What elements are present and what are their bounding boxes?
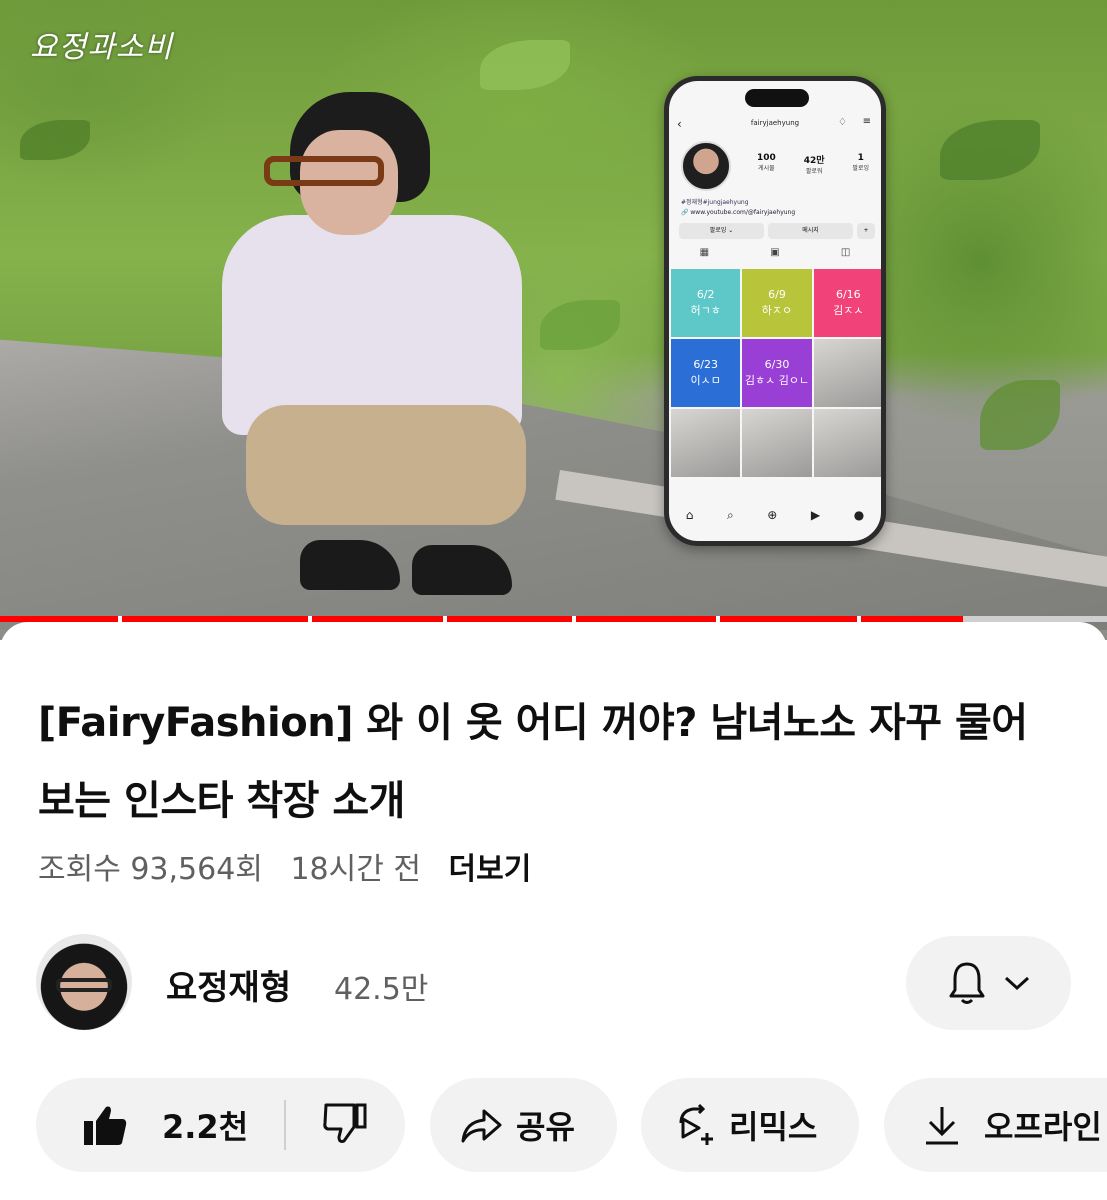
chevron-down-icon <box>1004 976 1029 991</box>
thumbs-up-icon <box>84 1106 127 1145</box>
menu-icon: ≡ <box>862 116 871 127</box>
dislike-button[interactable] <box>286 1101 368 1149</box>
reels-icon: ▶ <box>810 508 821 522</box>
reels-icon: ▣ <box>770 247 780 258</box>
like-count: 2.2천 <box>162 1108 249 1146</box>
search-icon: ⌕ <box>726 508 734 522</box>
grid-tile: 6/23 이ㅅㅁ <box>671 339 741 407</box>
subscriber-count: 42.5만 <box>334 972 429 1007</box>
remix-label: 리믹스 <box>729 1108 818 1146</box>
add-post-icon: ⊕ <box>767 508 778 522</box>
profile-icon: ● <box>853 508 865 522</box>
instagram-header: ‹ fairyjaehyung ♢ ≡ <box>669 115 881 135</box>
phone-notch <box>745 89 809 107</box>
share-label: 공유 <box>516 1108 575 1146</box>
stat-following: 1 팔로잉 <box>852 153 870 172</box>
channel-name[interactable]: 요정재형 <box>166 960 291 1009</box>
grid-tile: 6/16 김ㅈㅅ <box>813 269 881 337</box>
video-meta[interactable]: 조회수 93,564회 18시간 전 더보기 <box>38 844 549 888</box>
view-count: 조회수 93,564회 <box>38 852 263 887</box>
grid-photo <box>742 409 812 477</box>
instagram-bottom-nav: ⌂ ⌕ ⊕ ▶ ● <box>669 508 881 523</box>
share-button[interactable]: 공유 <box>430 1078 617 1172</box>
share-icon <box>461 1109 502 1143</box>
following-button: 팔로잉 ⌄ <box>679 223 764 239</box>
more-link[interactable]: 더보기 <box>449 852 532 887</box>
foliage <box>940 120 1040 180</box>
instagram-username: fairyjaehyung <box>750 119 800 127</box>
grid-icon: ▦ <box>699 247 710 258</box>
instagram-stats: 100 게시물 42만 팔로워 1 팔로잉 <box>743 153 881 175</box>
stat-followers: 42만 팔로워 <box>803 156 825 175</box>
grid-photo <box>813 339 881 407</box>
thumbs-down-icon <box>323 1103 367 1143</box>
upload-time: 18시간 전 <box>290 852 421 887</box>
grid-photo <box>671 409 741 477</box>
avatar-glasses <box>56 978 112 992</box>
bell-icon <box>949 962 984 1004</box>
remix-icon <box>679 1103 713 1145</box>
instagram-link: 🔗 www.youtube.com/@fairyjaehyung <box>681 209 796 216</box>
foliage <box>20 120 90 160</box>
like-dislike-group: 2.2천 <box>36 1078 405 1172</box>
offline-label: 오프라인 <box>984 1108 1102 1146</box>
message-button: 메시지 <box>768 223 853 239</box>
channel-avatar[interactable] <box>36 934 132 1030</box>
tagged-icon: ◫ <box>840 247 851 258</box>
instagram-buttons: 팔로잉 ⌄ 메시지 + <box>679 223 875 239</box>
instagram-avatar <box>681 141 731 191</box>
grid-tile: 6/2 허ㄱㅎ <box>671 269 741 337</box>
person-glasses <box>264 156 384 186</box>
person-shorts <box>246 405 526 525</box>
video-info-panel: [FairyFashion] 와 이 옷 어디 꺼야? 남녀노소 자꾸 물어보는… <box>0 622 1107 1200</box>
instagram-phone-mockup: ‹ fairyjaehyung ♢ ≡ 100 게시물 42만 팔로워 1 팔로잉 #… <box>664 76 886 546</box>
foliage <box>540 300 620 350</box>
person-shirt <box>222 215 522 435</box>
foliage <box>980 380 1060 450</box>
channel-watermark: 요정과소비 <box>30 30 173 65</box>
grid-photo <box>813 409 881 477</box>
add-person-icon: + <box>857 223 875 239</box>
like-button[interactable]: 2.2천 <box>36 1102 284 1148</box>
grid-tile: 6/30 김ㅎㅅ 김ㅇㄴ <box>742 339 812 407</box>
video-title[interactable]: [FairyFashion] 와 이 옷 어디 꺼야? 남녀노소 자꾸 물어보는… <box>38 684 1058 840</box>
subscription-bell-button[interactable] <box>906 936 1071 1030</box>
remix-button[interactable]: 리믹스 <box>641 1078 859 1172</box>
stat-posts: 100 게시물 <box>756 153 776 172</box>
offline-save-button[interactable]: 오프라인 <box>884 1078 1107 1172</box>
instagram-tags: #정재형#jungjaehyung <box>681 199 749 206</box>
instagram-grid: 6/2 허ㄱㅎ 6/9 하ㅈㅇ 6/16 김ㅈㅅ 6/23 이ㅅㅁ 6/30 김ㅎㅅ 김ㅇ… <box>671 269 881 477</box>
foliage <box>480 40 570 90</box>
video-player[interactable]: 요정과소비 ‹ fairyjaehyung ♢ ≡ 100 게시물 42만 팔로워 … <box>0 0 1107 640</box>
home-icon: ⌂ <box>685 508 694 522</box>
instagram-tabs: ▦ ▣ ◫ <box>669 247 881 258</box>
download-icon <box>926 1107 958 1145</box>
bell-icon: ♢ <box>838 117 847 128</box>
grid-tile: 6/9 하ㅈㅇ <box>742 269 812 337</box>
